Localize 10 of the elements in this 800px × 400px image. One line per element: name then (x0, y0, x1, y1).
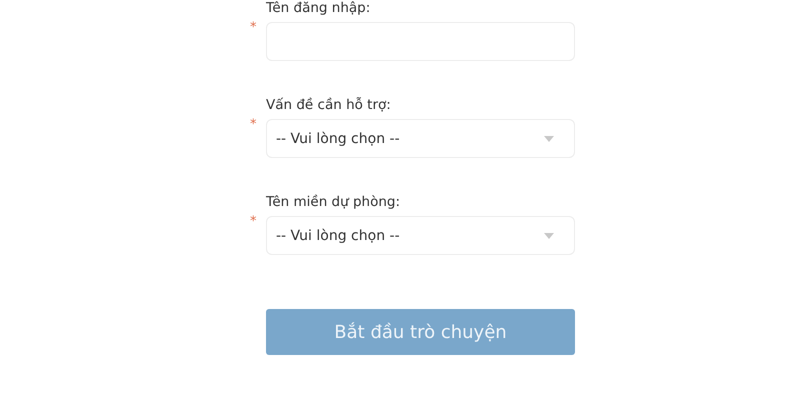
field-label: Tên miền dự phòng: (266, 193, 402, 212)
dropdown-field[interactable]: -- Vui lòng chọn -- (266, 119, 575, 158)
field-label: Vấn đề cần hỗ trợ: (266, 96, 392, 115)
dropdown-field[interactable]: -- Vui lòng chọn -- (266, 216, 575, 255)
required-mark: * (250, 119, 258, 131)
required-mark: * (250, 216, 258, 228)
caret-icon (544, 232, 554, 238)
field-label: Tên đăng nhập: (266, 0, 372, 18)
required-mark: * (250, 22, 258, 34)
caret-icon (544, 136, 554, 142)
